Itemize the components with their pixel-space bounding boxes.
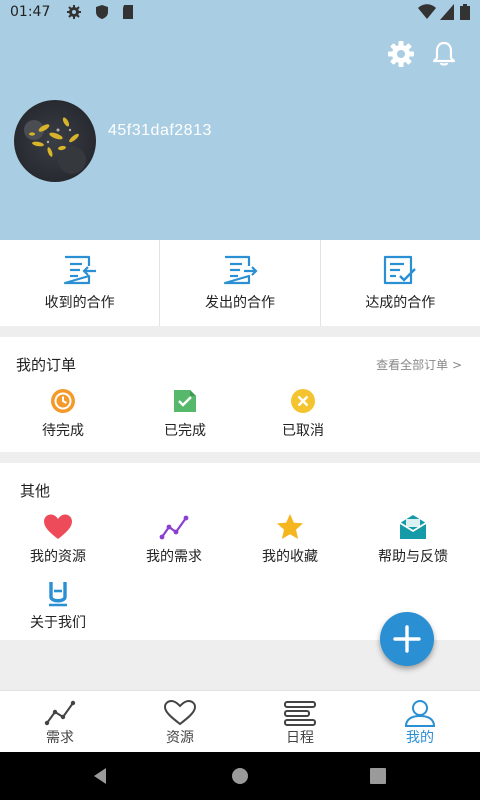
- star-icon: [277, 514, 303, 539]
- tab-mine[interactable]: 我的: [360, 691, 480, 752]
- order-completed-button[interactable]: 已完成: [140, 388, 230, 440]
- my-demands-button[interactable]: 我的需求: [119, 513, 229, 566]
- signal-status-icon: [440, 4, 454, 20]
- about-logo-icon: [49, 582, 67, 607]
- battery-status-icon: [460, 4, 470, 20]
- cooperation-row: 收到的合作 发出的合作 达成的合作: [0, 240, 480, 326]
- username: 45f31daf2813: [108, 122, 212, 139]
- status-time: 01:47: [10, 4, 51, 20]
- schedule-icon: [284, 701, 316, 726]
- other-label: 关于我们: [30, 615, 86, 631]
- order-label: 已完成: [164, 423, 206, 439]
- sent-cooperation-icon: [223, 255, 258, 285]
- my-resources-button[interactable]: 我的资源: [3, 513, 113, 566]
- other-label: 我的收藏: [262, 549, 318, 565]
- home-icon[interactable]: [230, 766, 250, 786]
- mail-icon: [399, 515, 427, 539]
- clock-icon: [51, 389, 75, 413]
- about-us-button[interactable]: 关于我们: [3, 579, 113, 632]
- view-all-orders-link[interactable]: 查看全部订单 >: [376, 356, 462, 373]
- wifi-status-icon: [418, 4, 436, 19]
- heart-outline-icon: [163, 699, 197, 726]
- completed-cooperation-button[interactable]: 达成的合作: [321, 240, 480, 326]
- bottom-tab-bar: 需求 资源 日程 我的: [0, 690, 480, 752]
- inbox-cooperation-icon: [63, 255, 96, 285]
- cancel-icon: [291, 389, 315, 413]
- sdcard-status-icon: [123, 5, 133, 19]
- orders-card: 我的订单 查看全部订单 > 待完成 已完成 已取消: [0, 337, 480, 452]
- received-cooperation-button[interactable]: 收到的合作: [0, 240, 161, 326]
- check-document-icon: [174, 390, 196, 412]
- order-cancelled-button[interactable]: 已取消: [258, 388, 348, 440]
- tab-demand[interactable]: 需求: [0, 691, 120, 752]
- orders-title: 我的订单: [16, 356, 77, 374]
- avatar[interactable]: [14, 100, 96, 182]
- shield-status-icon: [96, 5, 108, 19]
- trend-line-icon: [159, 515, 189, 540]
- recents-icon[interactable]: [368, 766, 388, 786]
- back-icon[interactable]: [90, 766, 110, 786]
- order-label: 待完成: [42, 423, 84, 439]
- tab-label: 需求: [46, 730, 74, 746]
- coop-label: 发出的合作: [204, 295, 275, 311]
- settings-status-icon: [67, 5, 81, 19]
- avatar-image: [24, 117, 86, 174]
- other-label: 帮助与反馈: [378, 549, 448, 565]
- settings-icon[interactable]: [387, 40, 415, 68]
- sent-cooperation-button[interactable]: 发出的合作: [160, 240, 321, 326]
- system-navigation-bar: [0, 752, 480, 800]
- completed-cooperation-icon: [384, 255, 417, 285]
- other-label: 我的需求: [146, 549, 202, 565]
- order-label: 已取消: [282, 423, 324, 439]
- status-bar: 01:47: [0, 0, 480, 24]
- my-favorites-button[interactable]: 我的收藏: [235, 513, 345, 566]
- trend-line-icon: [44, 700, 76, 726]
- plus-icon: [393, 625, 421, 653]
- tab-label: 我的: [406, 730, 434, 746]
- tab-schedule[interactable]: 日程: [240, 691, 360, 752]
- order-pending-button[interactable]: 待完成: [18, 388, 108, 440]
- coop-label: 收到的合作: [44, 295, 115, 311]
- other-label: 我的资源: [30, 549, 86, 565]
- heart-icon: [44, 514, 72, 539]
- tab-resources[interactable]: 资源: [120, 691, 240, 752]
- coop-label: 达成的合作: [365, 295, 436, 311]
- tab-label: 资源: [166, 730, 194, 746]
- profile-header: 45f31daf2813: [0, 24, 480, 240]
- add-fab-button[interactable]: [380, 612, 434, 666]
- bell-icon[interactable]: [430, 40, 458, 68]
- help-feedback-button[interactable]: 帮助与反馈: [358, 513, 468, 566]
- person-icon: [404, 700, 436, 727]
- tab-label: 日程: [286, 730, 314, 746]
- other-title: 其他: [20, 482, 51, 500]
